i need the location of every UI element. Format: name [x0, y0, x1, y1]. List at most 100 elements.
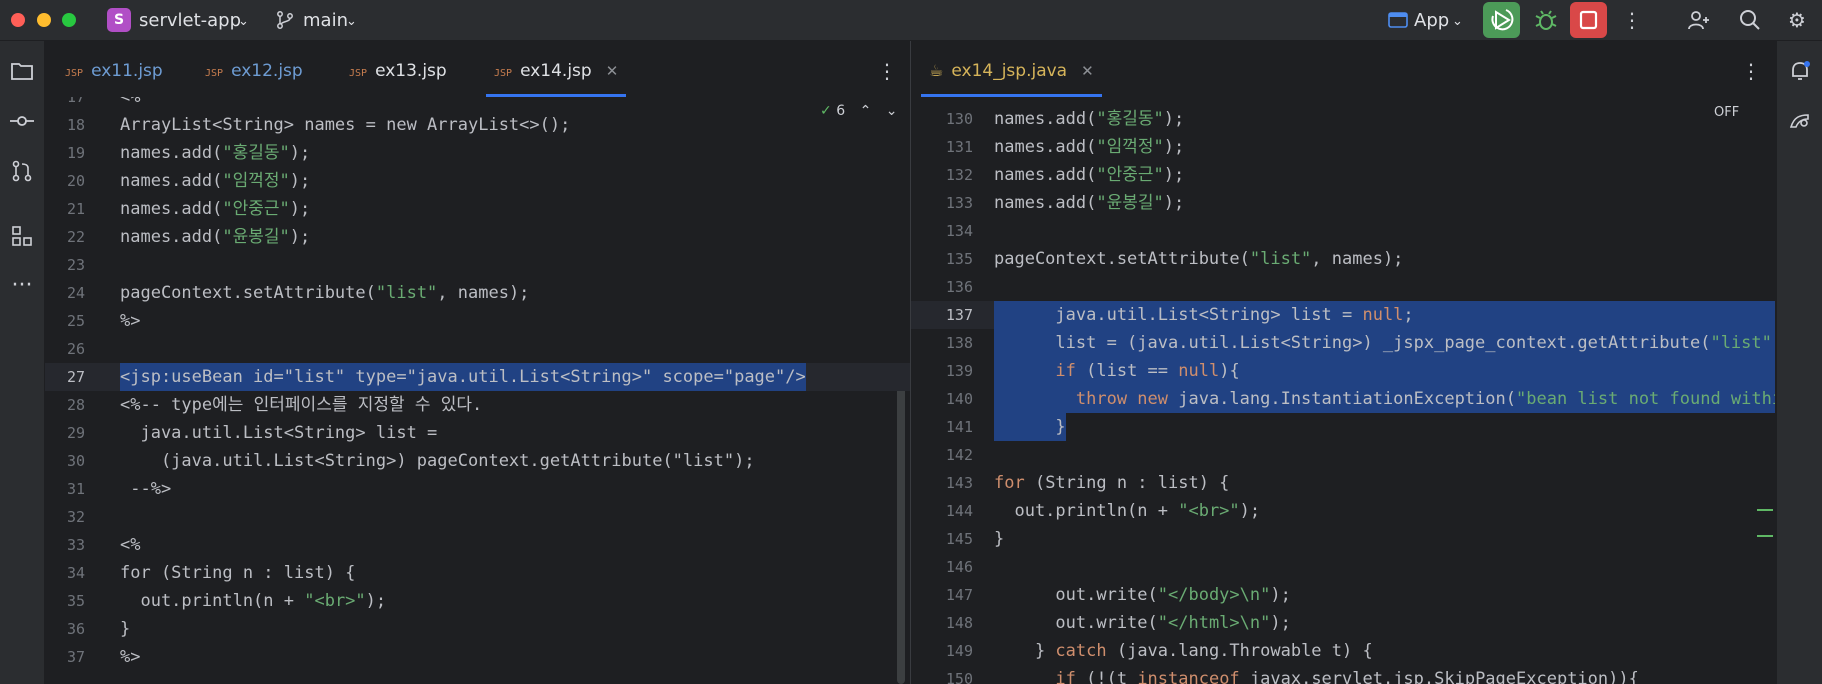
close-tab-icon[interactable]: ✕ [606, 62, 619, 80]
code-fragment: java.util.List<String> list = [120, 423, 438, 443]
code-fragment: } [994, 417, 1066, 437]
code-text: list = (java.util.List<String>) _jspx_pa… [994, 329, 1775, 357]
code-text: java.util.List<String> list = null; [994, 301, 1413, 329]
code-fragment: <% [120, 535, 141, 555]
line-number: 19 [66, 144, 85, 162]
line-number: 143 [945, 474, 973, 492]
tab-options-button[interactable]: ⋮ [1741, 41, 1761, 97]
code-fragment: names.add( [120, 227, 223, 247]
line-number: 21 [66, 200, 85, 218]
inspection-widget[interactable]: ✓ 6 ⌃ ⌄ [820, 103, 897, 119]
keyword: null [1178, 361, 1220, 381]
line-number: 136 [945, 278, 973, 296]
code-fragment: names.add( [994, 109, 1097, 129]
line-number: 140 [945, 390, 973, 408]
minimize-window-button[interactable] [37, 13, 51, 27]
line-number: 131 [945, 138, 973, 156]
chevron-up-icon[interactable]: ⌃ [860, 103, 872, 119]
structure-icon[interactable] [7, 221, 37, 251]
more-icon: ⋮ [1622, 8, 1642, 32]
notifications-icon[interactable] [1785, 56, 1815, 86]
string-literal: "</html>\n" [1157, 613, 1271, 633]
code-text: pageContext.setAttribute("list", names); [120, 279, 529, 307]
commit-icon[interactable] [7, 106, 37, 136]
tab-options-button[interactable]: ⋮ [877, 41, 897, 97]
project-badge: S [107, 8, 131, 32]
tab-ex11[interactable]: JSP ex11.jsp [65, 41, 163, 97]
code-text: %> [120, 307, 140, 335]
tab-ex14-jsp-java[interactable]: ☕ ex14_jsp.java ✕ [921, 41, 1102, 97]
code-line: 146 [911, 553, 1775, 581]
string-literal: "bean list not found within sco [1516, 389, 1775, 409]
reader-mode-badge[interactable]: OFF [1714, 105, 1739, 120]
code-fragment: javax.servlet.jsp.SkipPageException)){ [1239, 669, 1639, 684]
right-code-editor[interactable]: OFF 130 names.add("홍길동"); 131 names.add("임꺽… [911, 97, 1775, 684]
tab-ex14[interactable]: JSP ex14.jsp ✕ [486, 41, 627, 97]
line-number: 137 [945, 306, 973, 324]
chevron-down-icon[interactable]: ⌄ [886, 103, 898, 119]
project-folder-icon[interactable] [7, 56, 37, 86]
code-text: java.util.List<String> list = [120, 419, 437, 447]
code-fragment: <jsp:useBean id="list" type="java.util.L… [120, 367, 806, 387]
code-text: } [994, 525, 1004, 553]
code-text: if (!(t instanceof javax.servlet.jsp.Ski… [994, 665, 1639, 684]
code-line: 150 if (!(t instanceof javax.servlet.jsp… [911, 665, 1775, 684]
code-text: --%> [120, 475, 171, 503]
add-user-icon [1688, 11, 1709, 30]
code-fragment: out.println(n + [994, 501, 1179, 521]
string-literal: "홍길동" [1096, 109, 1164, 129]
string-literal: "임꺽정" [222, 171, 290, 191]
code-fragment: , names); [437, 283, 530, 303]
stop-button[interactable] [1570, 2, 1607, 38]
tab-ex12[interactable]: JSP ex12.jsp [205, 41, 303, 97]
more-tools-icon[interactable]: ··· [7, 271, 37, 301]
pull-request-icon[interactable] [7, 156, 37, 186]
line-number: 150 [945, 670, 973, 684]
code-line: 22 names.add("윤봉길"); [45, 223, 910, 251]
code-text: names.add("윤봉길"); [994, 189, 1184, 217]
code-text: names.add("안중근"); [994, 161, 1184, 189]
close-window-button[interactable] [11, 13, 25, 27]
code-fragment: (!(t [1075, 669, 1138, 684]
code-fragment: , names); [1311, 249, 1404, 269]
line-number: 34 [66, 564, 85, 582]
maximize-window-button[interactable] [62, 13, 76, 27]
left-tool-sidebar: ··· [0, 41, 45, 684]
code-fragment: java.lang.InstantiationException( [1168, 389, 1516, 409]
add-user-button[interactable] [1684, 6, 1714, 34]
code-fragment: pageContext.setAttribute( [120, 283, 376, 303]
ai-assistant-icon[interactable] [1785, 106, 1815, 136]
run-button[interactable] [1483, 2, 1520, 38]
project-name: servlet-app [139, 10, 242, 31]
code-fragment: , java [1772, 333, 1775, 353]
tab-label: ex11.jsp [91, 61, 163, 81]
code-text: out.write("</body>\n"); [994, 581, 1290, 609]
code-fragment: (list == [1075, 361, 1179, 381]
debug-button[interactable] [1531, 6, 1561, 34]
inspection-count: 6 [836, 103, 846, 119]
more-actions-button[interactable]: ⋮ [1617, 6, 1647, 34]
tab-label: ex12.jsp [231, 61, 303, 81]
string-literal: "list" [1249, 249, 1312, 269]
close-tab-icon[interactable]: ✕ [1081, 62, 1094, 80]
chevron-down-icon: ⌄ [346, 14, 357, 29]
code-fragment: --%> [120, 479, 172, 499]
line-number: 132 [945, 166, 973, 184]
branch-icon [277, 11, 293, 29]
code-fragment: %> [120, 311, 141, 331]
tab-ex13[interactable]: JSP ex13.jsp [349, 41, 447, 97]
code-fragment: ); [1270, 613, 1291, 633]
code-text: names.add("윤봉길"); [120, 223, 310, 251]
line-number: 37 [66, 648, 85, 666]
line-number: 22 [66, 228, 85, 246]
search-button[interactable] [1735, 6, 1765, 34]
code-line: 147 out.write("</body>\n"); [911, 581, 1775, 609]
app-config-icon [1388, 12, 1408, 28]
jsp-file-icon: JSP [205, 68, 224, 79]
settings-button[interactable]: ⚙ [1782, 6, 1812, 34]
chevron-down-icon: ⌄ [238, 14, 249, 29]
left-code-editor[interactable]: ✓ 6 ⌃ ⌄ 17 <% 18 ArrayList<String> names = … [45, 97, 910, 684]
keyword: for [994, 473, 1025, 493]
code-fragment: pageContext.setAttribute( [994, 249, 1250, 269]
code-text: names.add("홍길동"); [120, 139, 310, 167]
